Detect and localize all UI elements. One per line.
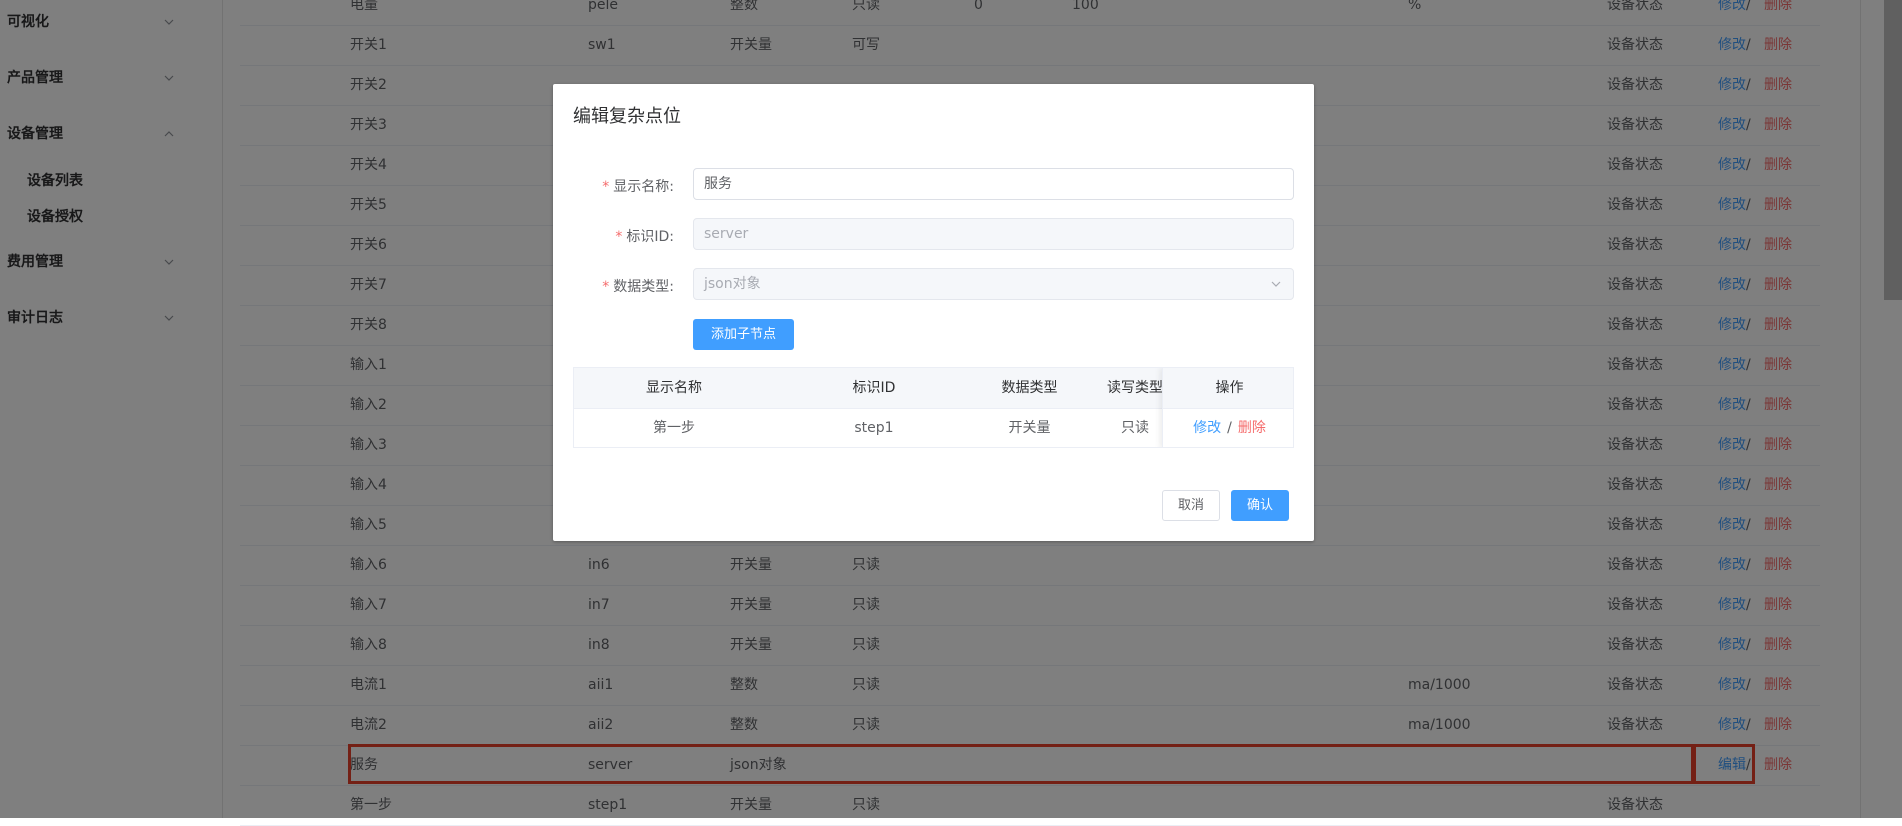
operation-column: 操作 修改 / 删除 (1162, 368, 1293, 447)
child-edit-link[interactable]: 修改 (1193, 420, 1221, 436)
child-operation-cell: 修改 / 删除 (1163, 408, 1293, 447)
child-delete-link[interactable]: 删除 (1238, 420, 1266, 436)
data-type-select[interactable]: json对象 (693, 268, 1294, 300)
dialog-title: 编辑复杂点位 (573, 106, 681, 127)
header-name: 显示名称 (646, 380, 702, 396)
child-type-cell: 开关量 (1008, 420, 1051, 436)
cancel-button[interactable]: 取消 (1162, 490, 1220, 521)
header-type: 数据类型 (1001, 380, 1058, 396)
id-label: * 标识ID: (615, 229, 674, 245)
data-type-value: json对象 (704, 276, 761, 292)
name-label: * 显示名称: (602, 179, 674, 195)
child-id-cell: step1 (854, 420, 894, 436)
child-name-cell: 第一步 (653, 420, 695, 436)
link-separator: / (1227, 420, 1232, 436)
edit-complex-point-dialog: 编辑复杂点位 * 显示名称: 服务 * 标识ID: server * 数据类型: js… (553, 84, 1314, 541)
header-operation: 操作 (1163, 368, 1293, 409)
name-input[interactable]: 服务 (693, 168, 1294, 200)
child-node-table: 显示名称 标识ID 数据类型 读写类型 第一步 step1 开关量 只读 操作 … (573, 367, 1294, 448)
add-child-node-button[interactable]: 添加子节点 (693, 319, 794, 350)
header-id: 标识ID (852, 380, 896, 396)
type-label: * 数据类型: (602, 279, 674, 295)
id-input[interactable]: server (693, 218, 1294, 250)
chevron-down-icon (1271, 281, 1281, 287)
confirm-button[interactable]: 确认 (1231, 490, 1289, 521)
